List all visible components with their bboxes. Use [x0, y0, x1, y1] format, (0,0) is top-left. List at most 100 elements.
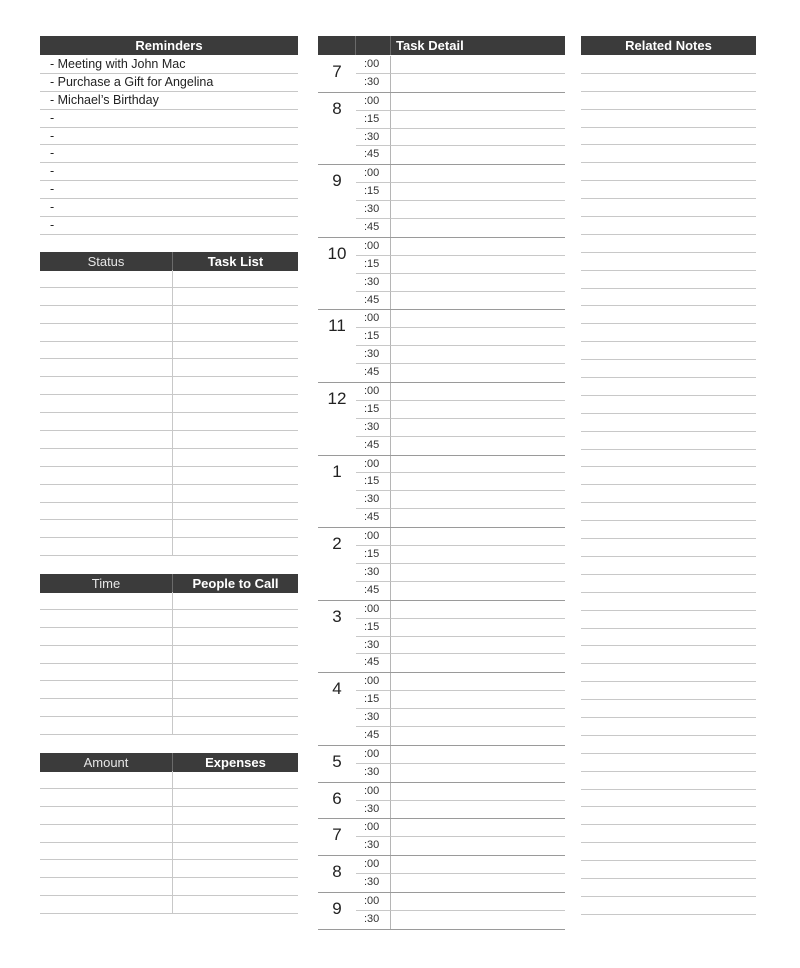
task-entry-field[interactable]	[391, 654, 565, 672]
amount-cell[interactable]	[40, 860, 173, 878]
task-entry-field[interactable]	[391, 691, 565, 710]
note-line[interactable]	[581, 396, 756, 414]
note-line[interactable]	[581, 575, 756, 593]
note-line[interactable]	[581, 736, 756, 754]
note-line[interactable]	[581, 879, 756, 897]
note-line[interactable]	[581, 432, 756, 450]
note-line[interactable]	[581, 289, 756, 307]
person-cell[interactable]	[173, 592, 298, 609]
status-cell[interactable]	[40, 484, 173, 502]
amount-cell[interactable]	[40, 878, 173, 896]
task-entry-field[interactable]	[391, 437, 565, 455]
note-line[interactable]	[581, 593, 756, 611]
note-line[interactable]	[581, 843, 756, 862]
task-cell[interactable]	[173, 288, 298, 305]
task-entry-field[interactable]	[391, 401, 565, 419]
reminder-item[interactable]: -	[40, 163, 298, 182]
expense-cell[interactable]	[173, 825, 298, 842]
task-cell[interactable]	[173, 324, 298, 341]
task-entry-field[interactable]	[391, 746, 565, 764]
reminder-item[interactable]: -	[40, 181, 298, 200]
note-line[interactable]	[581, 646, 756, 665]
reminder-item[interactable]: -	[40, 217, 298, 235]
task-cell[interactable]	[173, 342, 298, 359]
task-entry-field[interactable]	[391, 56, 565, 74]
task-cell[interactable]	[173, 467, 298, 484]
task-entry-field[interactable]	[391, 201, 565, 220]
task-entry-field[interactable]	[391, 473, 565, 492]
note-line[interactable]	[581, 790, 756, 808]
person-cell[interactable]	[173, 699, 298, 716]
note-line[interactable]	[581, 145, 756, 164]
task-entry-field[interactable]	[391, 783, 565, 801]
task-entry-field[interactable]	[391, 364, 565, 382]
task-entry-field[interactable]	[391, 601, 565, 619]
task-entry-field[interactable]	[391, 893, 565, 911]
person-cell[interactable]	[173, 610, 298, 627]
note-line[interactable]	[581, 700, 756, 718]
task-entry-field[interactable]	[391, 856, 565, 875]
note-line[interactable]	[581, 110, 756, 128]
note-line[interactable]	[581, 503, 756, 522]
note-line[interactable]	[581, 235, 756, 253]
note-line[interactable]	[581, 199, 756, 218]
task-entry-field[interactable]	[391, 564, 565, 582]
status-cell[interactable]	[40, 502, 173, 520]
task-entry-field[interactable]	[391, 292, 565, 310]
note-line[interactable]	[581, 467, 756, 486]
note-line[interactable]	[581, 807, 756, 826]
reminder-item[interactable]: -	[40, 110, 298, 128]
task-entry-field[interactable]	[391, 874, 565, 892]
amount-cell[interactable]	[40, 896, 173, 914]
time-cell[interactable]	[40, 645, 173, 663]
note-line[interactable]	[581, 539, 756, 557]
reminder-item[interactable]: -	[40, 145, 298, 164]
note-line[interactable]	[581, 342, 756, 361]
status-cell[interactable]	[40, 395, 173, 413]
note-line[interactable]	[581, 825, 756, 844]
expense-cell[interactable]	[173, 771, 298, 788]
note-line[interactable]	[581, 754, 756, 772]
status-cell[interactable]	[40, 323, 173, 341]
task-entry-field[interactable]	[391, 219, 565, 237]
task-cell[interactable]	[173, 413, 298, 430]
task-entry-field[interactable]	[391, 582, 565, 600]
note-line[interactable]	[581, 414, 756, 432]
task-entry-field[interactable]	[391, 183, 565, 202]
expense-cell[interactable]	[173, 896, 298, 913]
note-line[interactable]	[581, 253, 756, 271]
status-cell[interactable]	[40, 270, 173, 287]
reminder-item[interactable]: - Purchase a Gift for Angelina	[40, 74, 298, 92]
note-line[interactable]	[581, 92, 756, 110]
time-cell[interactable]	[40, 627, 173, 645]
note-line[interactable]	[581, 682, 756, 701]
note-line[interactable]	[581, 306, 756, 325]
status-cell[interactable]	[40, 305, 173, 323]
task-cell[interactable]	[173, 520, 298, 537]
time-cell[interactable]	[40, 681, 173, 699]
task-entry-field[interactable]	[391, 328, 565, 347]
person-cell[interactable]	[173, 681, 298, 698]
task-entry-field[interactable]	[391, 764, 565, 782]
time-cell[interactable]	[40, 592, 173, 609]
note-line[interactable]	[581, 718, 756, 736]
note-line[interactable]	[581, 485, 756, 504]
task-entry-field[interactable]	[391, 819, 565, 838]
reminder-item[interactable]: - Michael’s Birthday	[40, 92, 298, 110]
task-entry-field[interactable]	[391, 165, 565, 184]
task-entry-field[interactable]	[391, 456, 565, 474]
status-cell[interactable]	[40, 341, 173, 359]
note-line[interactable]	[581, 450, 756, 468]
amount-cell[interactable]	[40, 824, 173, 842]
time-cell[interactable]	[40, 609, 173, 627]
note-line[interactable]	[581, 271, 756, 289]
task-cell[interactable]	[173, 503, 298, 520]
task-entry-field[interactable]	[391, 256, 565, 274]
task-cell[interactable]	[173, 377, 298, 394]
task-entry-field[interactable]	[391, 709, 565, 727]
task-cell[interactable]	[173, 270, 298, 287]
status-cell[interactable]	[40, 413, 173, 431]
task-cell[interactable]	[173, 306, 298, 323]
person-cell[interactable]	[173, 646, 298, 663]
task-cell[interactable]	[173, 538, 298, 555]
